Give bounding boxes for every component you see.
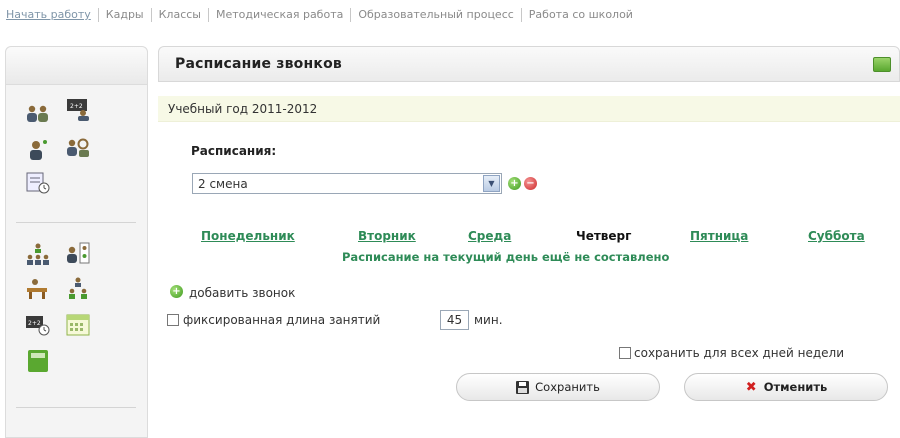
floppy-disk-icon [516,380,530,394]
minutes-label: мин. [474,313,503,327]
add-bell-link[interactable]: добавить звонок [189,286,295,300]
red-x-icon: ✖ [745,379,757,395]
nav-classes[interactable]: Классы [152,8,209,22]
people-pair-icon[interactable] [25,101,51,125]
staff-search-icon[interactable] [65,135,91,159]
nav-school[interactable]: Работа со школой [522,8,640,22]
cancel-button-label: Отменить [763,380,828,394]
sidebar-header [6,47,147,85]
day-tab-friday[interactable]: Пятница [690,229,748,243]
teacher-icon[interactable] [25,137,51,161]
green-book-icon[interactable] [25,349,51,373]
svg-text:2+2: 2+2 [28,320,41,327]
day-tab-monday[interactable]: Понедельник [201,229,295,243]
save-button-label: Сохранить [535,380,600,394]
cancel-button[interactable]: ✖ Отменить [684,373,888,401]
sidebar-divider [16,407,136,408]
teacher-desk-icon[interactable] [25,277,51,301]
top-navigation: Начать работу Кадры Классы Методическая … [0,0,900,40]
lesson-length-input[interactable]: 45 [440,310,469,330]
nav-methodical[interactable]: Методическая работа [209,8,352,22]
students-group-icon[interactable] [65,276,91,300]
group-hierarchy-icon[interactable] [25,242,51,266]
chevron-down-icon[interactable]: ▼ [483,175,500,192]
page-title: Расписание звонков [175,56,342,72]
day-tab-wednesday[interactable]: Среда [468,229,511,243]
main-panel: Расписание звонков Учебный год 2011-2012… [158,46,900,438]
schedule-select-value: 2 смена [198,177,248,191]
board-clock-icon[interactable]: 2+2 [25,313,51,337]
remove-schedule-icon[interactable]: − [524,177,537,190]
fixed-length-checkbox[interactable] [167,314,179,326]
day-status-note: Расписание на текущий день ещё не состав… [342,250,670,264]
day-tab-thursday: Четверг [576,229,632,243]
sidebar-divider [16,222,136,223]
nav-staff[interactable]: Кадры [99,8,152,22]
fixed-length-label: фиксированная длина занятий [183,313,381,327]
nav-education-process[interactable]: Образовательный процесс [351,8,522,22]
day-tab-tuesday[interactable]: Вторник [358,229,416,243]
sidebar: 2+2 2+2 [5,46,148,438]
save-all-days-checkbox[interactable] [619,347,631,359]
schedule-select[interactable]: 2 смена ▼ [192,173,502,194]
add-bell-icon[interactable]: + [170,285,183,298]
day-tab-saturday[interactable]: Суббота [808,229,865,243]
calendar-icon[interactable] [65,313,91,337]
save-button[interactable]: Сохранить [456,373,660,401]
people-list-icon[interactable] [65,241,91,265]
minimize-button[interactable] [873,57,891,72]
svg-text:2+2: 2+2 [70,103,83,110]
schedules-label: Расписания: [191,144,277,158]
save-all-days-label: сохранить для всех дней недели [634,346,845,360]
academic-year: Учебный год 2011-2012 [168,102,318,116]
nav-start[interactable]: Начать работу [4,8,99,22]
class-board-icon[interactable]: 2+2 [65,97,91,121]
document-clock-icon[interactable] [25,171,51,195]
add-schedule-icon[interactable]: + [508,177,521,190]
panel-header: Расписание звонков [158,46,900,82]
academic-year-bar: Учебный год 2011-2012 [158,96,900,122]
